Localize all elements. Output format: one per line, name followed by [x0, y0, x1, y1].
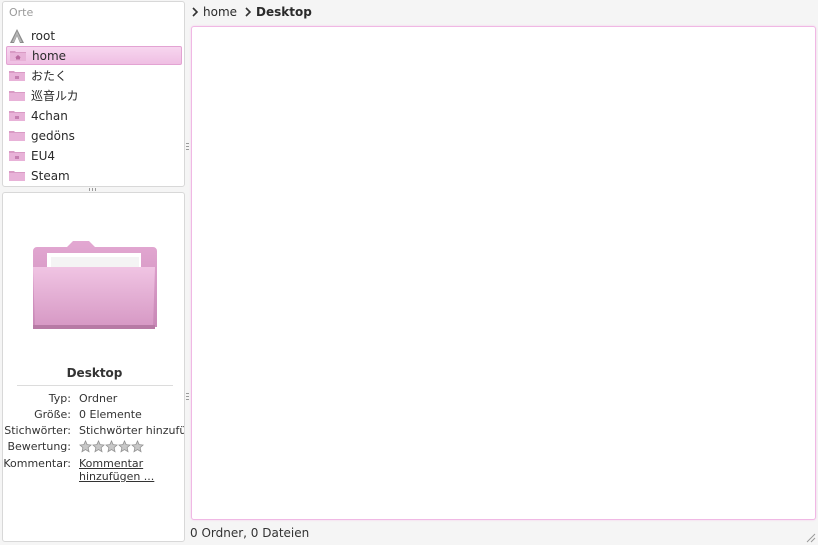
- chevron-right-icon[interactable]: [243, 7, 253, 17]
- place-item-gedoens[interactable]: gedöns: [6, 126, 182, 145]
- folder-icon: [9, 129, 25, 142]
- folder-icon: [9, 109, 25, 122]
- home-folder-icon: [10, 49, 26, 62]
- place-item-root[interactable]: root: [6, 26, 182, 45]
- places-panel: Orte root home おたく 巡音ルカ 4chan gedöns EU4…: [2, 1, 185, 187]
- breadcrumb-item-home[interactable]: home: [203, 5, 237, 19]
- root-drive-icon: [9, 29, 25, 43]
- add-tags-link[interactable]: Stichwörter hinzufü: [79, 424, 184, 437]
- place-label: 4chan: [31, 108, 68, 123]
- rating-stars[interactable]: [79, 440, 184, 453]
- places-title: Orte: [9, 6, 34, 19]
- panel-splitter-handle[interactable]: [89, 188, 98, 191]
- info-divider: [17, 385, 173, 386]
- breadcrumb-item-desktop[interactable]: Desktop: [256, 5, 312, 19]
- resize-grip-icon[interactable]: [804, 531, 816, 543]
- folder-icon: [9, 149, 25, 162]
- chevron-right-icon[interactable]: [190, 7, 200, 17]
- sidebar-resize-handle[interactable]: [186, 143, 189, 152]
- rating-key: Bewertung:: [7, 440, 71, 453]
- star-icon[interactable]: [105, 440, 118, 453]
- place-item-otaku[interactable]: おたく: [6, 66, 182, 85]
- place-label: gedöns: [31, 128, 75, 143]
- star-icon[interactable]: [79, 440, 92, 453]
- file-view-area[interactable]: [191, 26, 816, 520]
- place-label: home: [32, 48, 67, 63]
- breadcrumb: home Desktop: [190, 3, 318, 21]
- folder-icon: [9, 89, 25, 102]
- type-value: Ordner: [79, 392, 118, 405]
- place-label: EU4: [31, 148, 55, 163]
- add-comment-link-line2[interactable]: hinzufügen ...: [79, 470, 184, 483]
- star-icon[interactable]: [92, 440, 105, 453]
- add-comment-link-line1[interactable]: Kommentar: [79, 457, 184, 470]
- place-label: Steam: [31, 168, 70, 183]
- place-label: root: [31, 28, 56, 43]
- place-item-4chan[interactable]: 4chan: [6, 106, 182, 125]
- information-panel: Desktop Typ: Ordner Größe: 0 Elemente St…: [2, 192, 185, 542]
- status-text: 0 Ordner, 0 Dateien: [190, 526, 310, 540]
- type-key: Typ:: [48, 392, 71, 405]
- info-item-name: Desktop: [66, 366, 123, 380]
- sidebar-resize-handle[interactable]: [186, 393, 189, 402]
- large-folder-icon: [33, 241, 157, 329]
- comment-key: Kommentar:: [3, 457, 71, 470]
- size-value: 0 Elemente: [79, 408, 142, 421]
- place-label: 巡音ルカ: [31, 89, 79, 103]
- place-label: おたく: [31, 69, 68, 83]
- folder-icon: [9, 69, 25, 82]
- size-key: Größe:: [34, 408, 71, 421]
- tags-key: Stichwörter:: [4, 424, 71, 437]
- place-item-megurine-luka[interactable]: 巡音ルカ: [6, 86, 182, 105]
- place-item-eu4[interactable]: EU4: [6, 146, 182, 165]
- place-item-home[interactable]: home: [6, 46, 182, 65]
- folder-icon: [9, 169, 25, 182]
- star-icon[interactable]: [131, 440, 144, 453]
- star-icon[interactable]: [118, 440, 131, 453]
- place-item-steam[interactable]: Steam: [6, 166, 182, 185]
